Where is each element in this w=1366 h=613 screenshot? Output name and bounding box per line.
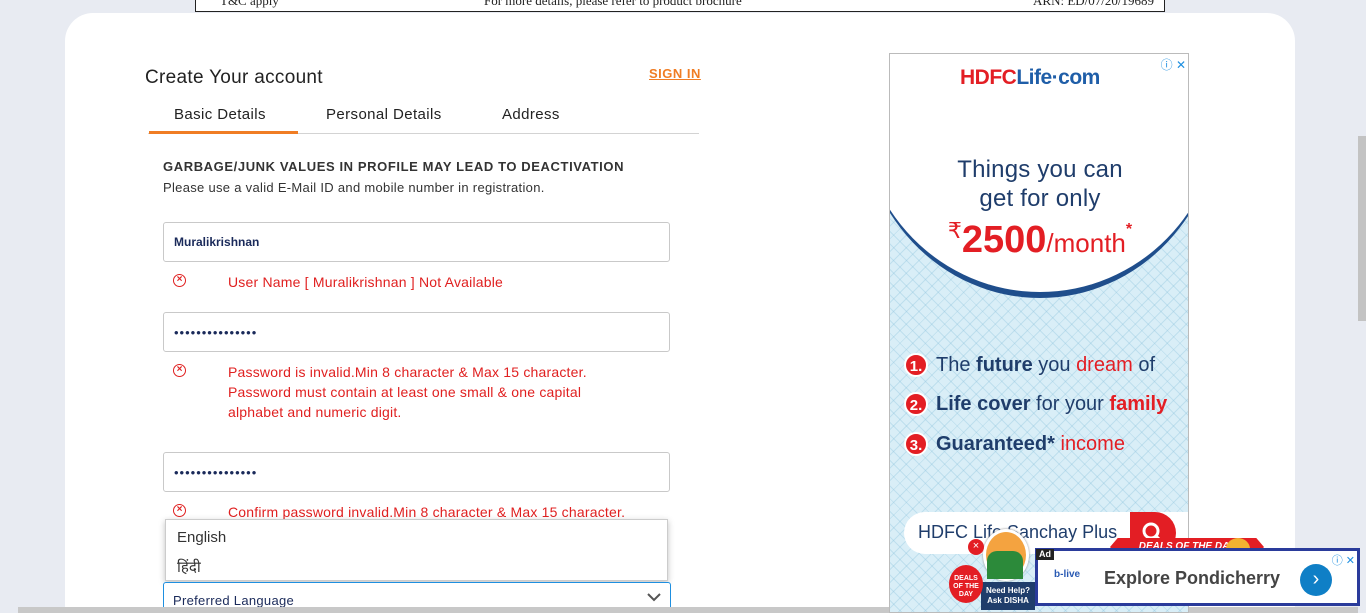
tab-address[interactable]: Address [502,106,560,123]
confirm-password-input[interactable] [163,452,670,492]
ad-item-text: The [936,354,977,376]
tab-basic-details[interactable]: Basic Details [174,106,266,123]
logo-part: ·com [1051,66,1101,89]
username-error: User Name [ Muralikrishnan ] Not Availab… [228,274,504,290]
ad-item-highlight: dream [1076,354,1133,376]
username-input[interactable] [163,222,670,262]
password-error-line-3: alphabet and numeric digit. [228,404,402,420]
banner-tc: T&C apply [220,0,279,8]
preferred-language-value: Preferred Language [173,593,295,608]
form-tabs: Basic Details Personal Details Address [148,100,699,134]
password-error: Password is invalid.Min 8 character & Ma… [228,362,587,422]
deals-badge: DEALS OF THE DAY [949,565,983,603]
chevron-down-icon [647,593,661,602]
ad-item-number: 2. [904,392,928,416]
chevron-right-icon[interactable]: › [1300,564,1332,596]
hdfc-life-ad[interactable]: Things you can get for only ₹2500/month*… [889,53,1189,613]
ad2-headline: Explore Pondicherry [1104,568,1281,588]
ad-price-asterisk: * [1125,221,1133,238]
language-option-english[interactable]: English [177,529,226,546]
close-icon[interactable]: × [968,539,984,555]
disha-avatar-body [987,551,1023,579]
sign-in-link[interactable]: SIGN IN [649,66,701,81]
ad-background: Things you can get for only ₹2500/month*… [890,54,1188,612]
ad-header: HDFCLife·com ⓘ ✕ [890,54,1188,98]
x-circle-icon: × [173,274,186,287]
ad-item-bold: future [976,354,1033,376]
ad-price: ₹2500/month* [890,218,1188,262]
ad-item-3: 3. Guaranteed* income [904,432,1125,456]
ad-item-bold: Guaranteed* [936,433,1055,455]
warning-subtext: Please use a valid E-Mail ID and mobile … [163,180,545,195]
language-dropdown-list: English हिंदी [165,519,668,581]
x-circle-icon: × [173,504,186,517]
top-banner: T&C apply For more details, please refer… [195,0,1165,12]
tab-personal-details[interactable]: Personal Details [326,106,442,123]
banner-arn: ARN: ED/07/20/19689 [1033,0,1154,8]
logo-part: HDFC [960,66,1017,89]
disha-label: Need Help? Ask DISHA [981,582,1035,610]
active-tab-indicator [149,131,298,134]
ad-price-period: /month [1046,228,1126,258]
blive-logo: b-live [1054,569,1081,580]
disha-label-line-2: Ask DISHA [987,596,1029,605]
password-input[interactable] [163,312,670,352]
ad-item-text: you [1032,354,1077,376]
ad-item-highlight: family [1109,393,1168,415]
ad-tag: Ad [1036,549,1054,560]
ad-price-value: 2500 [961,219,1047,261]
page-title: Create Your account [145,67,323,88]
banner-details: For more details, please refer to produc… [484,0,742,8]
ad-line-1: Things you can [957,156,1123,183]
ad-item-text: for your [1030,393,1110,415]
ad-item-number: 1. [904,353,928,377]
ad-line-2: get for only [979,185,1101,212]
vertical-scrollbar-thumb[interactable] [1358,136,1366,321]
rupee-symbol: ₹ [947,218,962,243]
ad-item-highlight: income [1054,433,1125,455]
x-circle-icon: × [173,364,186,377]
ad-choices-icon[interactable]: ⓘ ✕ [1332,552,1355,568]
warning-heading: GARBAGE/JUNK VALUES IN PROFILE MAY LEAD … [163,159,625,174]
ad-item-2: 2. Life cover for your family [904,392,1167,416]
password-error-line-2: Password must contain at least one small… [228,384,582,400]
ad-choices-icon[interactable]: ⓘ ✕ [1161,56,1186,73]
hdfc-life-logo: HDFCLife·com [960,66,1100,90]
password-error-line-1: Password is invalid.Min 8 character & Ma… [228,364,587,380]
pondicherry-ad[interactable]: Ad b-live Explore Pondicherry › ⓘ ✕ [1035,548,1360,606]
disha-label-line-1: Need Help? [985,586,1030,595]
ad-item-1: 1. The future you dream of [904,353,1155,377]
language-option-hindi[interactable]: हिंदी [177,557,201,577]
ad-item-number: 3. [904,432,928,456]
ad-item-bold: Life cover [936,393,1031,415]
disha-chat-widget[interactable]: Need Help? Ask DISHA DEALS OF THE DAY × [945,525,1035,613]
logo-part: Life [1016,66,1052,89]
ad-item-text: of [1132,354,1156,376]
